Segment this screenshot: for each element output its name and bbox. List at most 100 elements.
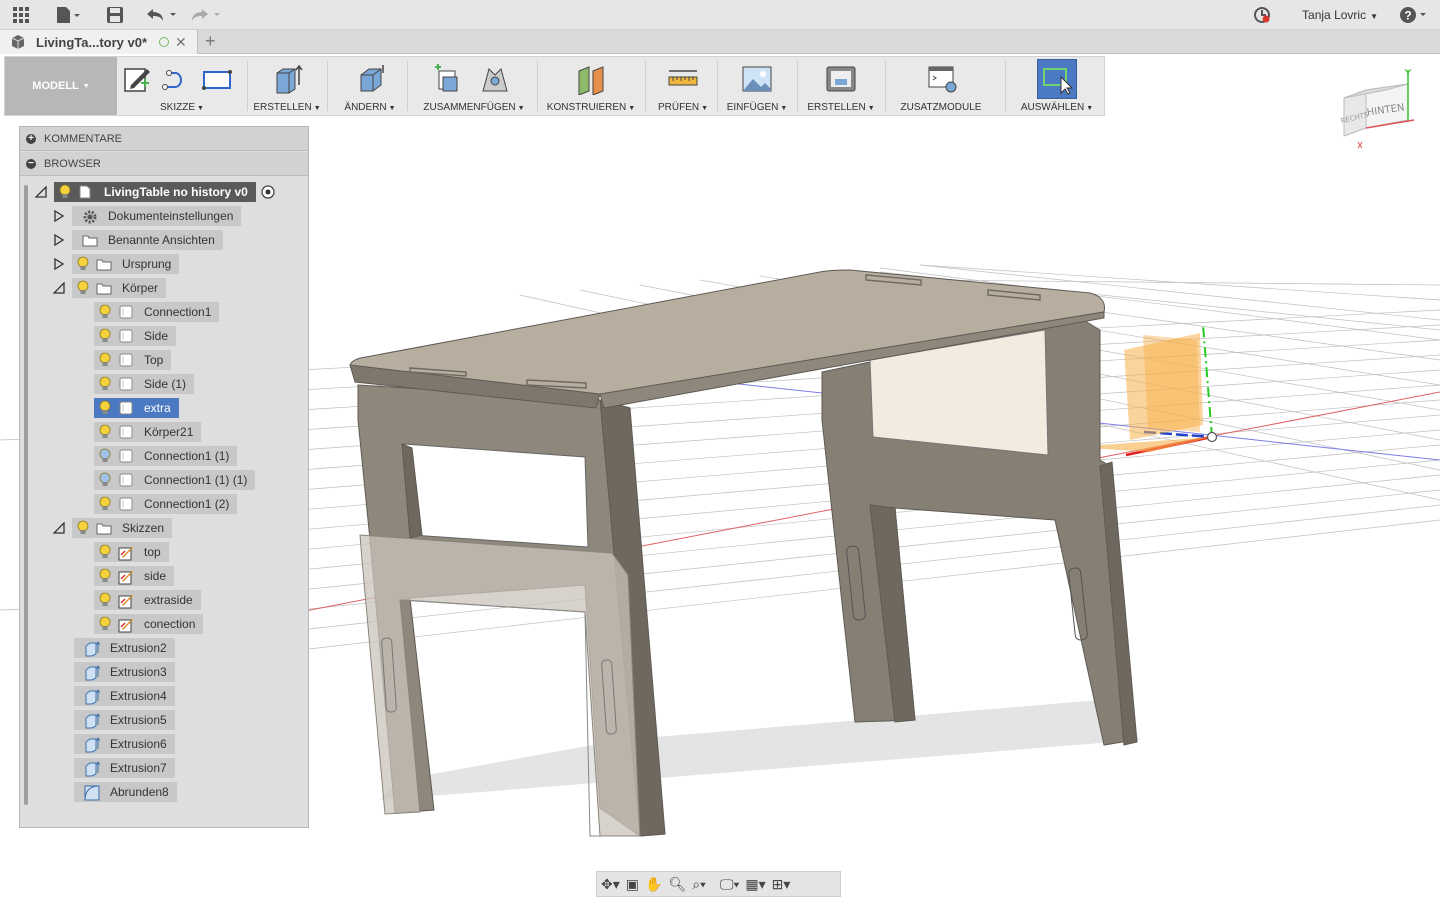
tree-item[interactable]: side: [94, 566, 175, 586]
tree-item[interactable]: Extrusion5: [74, 710, 175, 730]
tree-item-box[interactable]: Connection1: [94, 302, 220, 322]
tree-item[interactable]: Connection1 (1) (1): [94, 470, 256, 490]
toolbar-group-insert[interactable]: EINFÜGEN ▼: [719, 57, 795, 115]
tree-item[interactable]: Connection1 (2): [94, 494, 238, 514]
visibility-bulb-icon[interactable]: [98, 448, 112, 464]
joint-icon[interactable]: [479, 63, 511, 95]
collapse-triangle-icon[interactable]: [35, 186, 47, 198]
tree-item-box[interactable]: Ursprung: [72, 254, 180, 274]
tree-item-box[interactable]: side: [94, 566, 175, 586]
tree-item[interactable]: Extrusion3: [74, 662, 175, 682]
visibility-bulb-icon[interactable]: [98, 496, 112, 512]
tree-item[interactable]: Abrunden8: [74, 782, 177, 802]
extrude-icon[interactable]: [271, 63, 303, 95]
tree-item-box[interactable]: Körper21: [94, 422, 202, 442]
document-tab[interactable]: LivingTa...tory v0* ✕: [0, 30, 198, 54]
toolbar-group-addins[interactable]: ZUSATZMODULE: [891, 57, 991, 115]
help-icon[interactable]: ?: [1399, 5, 1429, 25]
visibility-bulb-icon[interactable]: [98, 472, 112, 488]
view-cube[interactable]: HINTEN RECHTS: [1336, 68, 1426, 158]
tree-item[interactable]: Side (1): [94, 374, 195, 394]
visibility-bulb-icon[interactable]: [76, 520, 90, 536]
insert-image-icon[interactable]: [741, 63, 773, 95]
tree-item-box[interactable]: Körper: [72, 278, 167, 298]
tree-item[interactable]: extraside: [94, 590, 201, 610]
visibility-bulb-icon[interactable]: [98, 400, 112, 416]
tree-item-box[interactable]: Connection1 (1) (1): [94, 470, 256, 490]
visibility-bulb-icon[interactable]: [98, 376, 112, 392]
tree-item[interactable]: Skizzen: [53, 518, 173, 538]
tree-item[interactable]: Ursprung: [53, 254, 180, 274]
tree-item[interactable]: Extrusion2: [74, 638, 175, 658]
tree-item-box[interactable]: Side (1): [94, 374, 195, 394]
tree-item[interactable]: Connection1 (1): [94, 446, 238, 466]
tree-root[interactable]: LivingTable no history v0: [35, 182, 276, 202]
new-tab-icon[interactable]: +: [205, 31, 216, 52]
new-component-icon[interactable]: [431, 63, 463, 95]
expand-triangle-icon[interactable]: [53, 210, 65, 222]
visibility-bulb-icon[interactable]: [98, 352, 112, 368]
file-menu-icon[interactable]: [55, 5, 81, 25]
visibility-bulb-icon[interactable]: [76, 280, 90, 296]
tree-item[interactable]: Extrusion7: [74, 758, 175, 778]
create-sketch-icon[interactable]: [121, 63, 153, 95]
toolbar-group-inspect[interactable]: PRÜFEN ▼: [649, 57, 717, 115]
tree-item-box[interactable]: Dokumenteinstellungen: [72, 206, 242, 226]
tree-item[interactable]: top: [94, 542, 169, 562]
toolbar-group-sketch[interactable]: SKIZZE ▼: [117, 57, 247, 115]
tree-item-box[interactable]: Benannte Ansichten: [72, 230, 223, 250]
visibility-bulb-icon[interactable]: [98, 568, 112, 584]
rectangle-tool-icon[interactable]: [201, 63, 233, 95]
orbit-icon[interactable]: ✥▾: [601, 876, 620, 893]
tree-item[interactable]: Dokumenteinstellungen: [53, 206, 242, 226]
redo-icon[interactable]: [190, 5, 224, 25]
app-grid-icon[interactable]: [12, 5, 30, 25]
tree-item-box[interactable]: Extrusion2: [74, 638, 175, 658]
expand-icon[interactable]: +: [26, 133, 36, 144]
expand-triangle-icon[interactable]: [53, 258, 65, 270]
tree-item-box[interactable]: LivingTable no history v0: [54, 182, 256, 202]
user-menu[interactable]: Tanja Lovric ▼: [1302, 8, 1378, 22]
measure-icon[interactable]: [667, 63, 699, 95]
tree-item[interactable]: extra: [94, 398, 179, 418]
visibility-bulb-icon[interactable]: [98, 424, 112, 440]
tree-item[interactable]: Körper: [53, 278, 167, 298]
tree-item-box[interactable]: top: [94, 542, 169, 562]
tree-item-box[interactable]: Extrusion7: [74, 758, 175, 778]
tree-item[interactable]: conection: [94, 614, 204, 634]
visibility-bulb-icon[interactable]: [58, 184, 72, 200]
job-status-icon[interactable]: [1253, 5, 1271, 25]
toolbar-group-select[interactable]: AUSWÄHLEN ▼: [1009, 57, 1105, 115]
toolbar-group-make[interactable]: ERSTELLEN ▼: [803, 57, 879, 115]
visibility-bulb-icon[interactable]: [98, 616, 112, 632]
collapse-triangle-icon[interactable]: [53, 282, 65, 294]
collapse-icon[interactable]: −: [26, 158, 36, 169]
tree-item-box[interactable]: extra: [94, 398, 179, 418]
tree-item-box[interactable]: Connection1 (1): [94, 446, 238, 466]
visibility-bulb-icon[interactable]: [98, 544, 112, 560]
offset-plane-icon[interactable]: [575, 63, 607, 95]
workspace-switcher[interactable]: MODELL ▼: [5, 57, 117, 115]
visibility-bulb-icon[interactable]: [98, 328, 112, 344]
close-icon[interactable]: ✕: [175, 34, 187, 51]
tree-item[interactable]: Körper21: [94, 422, 202, 442]
tree-item-box[interactable]: Extrusion5: [74, 710, 175, 730]
tree-item-box[interactable]: extraside: [94, 590, 201, 610]
select-icon[interactable]: [1041, 63, 1073, 95]
tree-item[interactable]: Benannte Ansichten: [54, 230, 223, 250]
look-at-icon[interactable]: ▣: [626, 876, 639, 893]
line-tool-icon[interactable]: [159, 63, 191, 95]
tree-item-box[interactable]: Extrusion6: [74, 734, 175, 754]
visibility-bulb-icon[interactable]: [98, 304, 112, 320]
tree-item[interactable]: Top: [94, 350, 172, 370]
toolbar-group-assemble[interactable]: ZUSAMMENFÜGEN ▼: [411, 57, 537, 115]
tree-item-box[interactable]: Connection1 (2): [94, 494, 238, 514]
expand-triangle-icon[interactable]: [53, 234, 65, 246]
tree-item[interactable]: Extrusion6: [74, 734, 175, 754]
press-pull-icon[interactable]: [355, 63, 387, 95]
tree-item[interactable]: Connection1: [94, 302, 220, 322]
undo-icon[interactable]: [145, 5, 179, 25]
activate-radio-icon[interactable]: [260, 184, 276, 200]
visibility-bulb-icon[interactable]: [76, 256, 90, 272]
browser-scrollbar[interactable]: [24, 185, 28, 805]
